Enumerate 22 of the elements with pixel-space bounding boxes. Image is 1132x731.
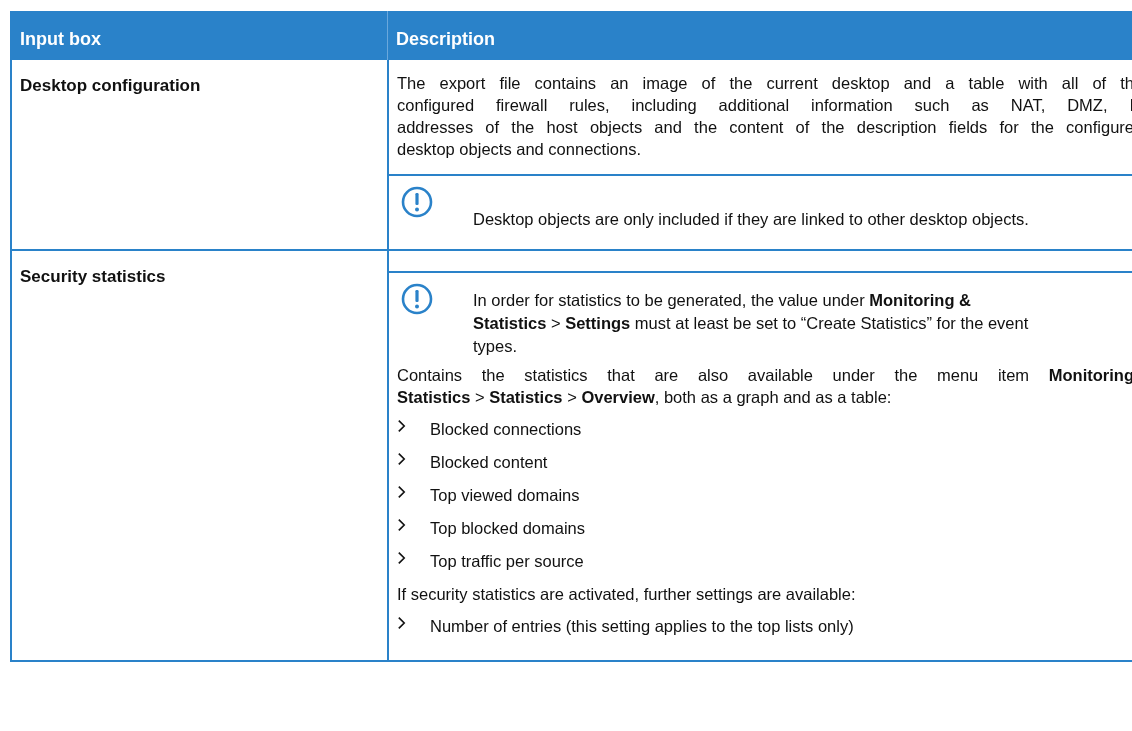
chevron-icon — [397, 518, 406, 532]
list-item: Blocked connections — [430, 419, 582, 440]
column-header: Description — [387, 11, 1132, 60]
row-label: Security statistics — [20, 267, 167, 287]
description-paragraph: Contains the statistics that are also available under the menu item Monitoring Statistics > Statistics > Overview, both as a graph and as a table: — [397, 365, 1132, 408]
chevron-icon — [397, 485, 406, 499]
column-header: Input box — [19, 28, 102, 51]
info-icon — [401, 186, 433, 218]
list-item: Top traffic per source — [430, 551, 584, 572]
list-item: Top viewed domains — [430, 485, 580, 506]
chevron-icon — [397, 452, 406, 466]
description-paragraph: If security statistics are activated, further settings are available: — [397, 584, 857, 605]
list-item: Top blocked domains — [430, 518, 585, 539]
chevron-icon — [397, 419, 406, 433]
list-item: Blocked content — [430, 452, 548, 473]
list-item: Number of entries (this setting applies to the top lists only) — [430, 616, 854, 637]
info-icon — [401, 283, 433, 315]
note-text: Desktop objects are only included if they are linked to other desktop objects. — [473, 209, 1029, 230]
chevron-icon — [397, 616, 406, 630]
chevron-icon — [397, 551, 406, 565]
row-label: Desktop configuration — [20, 76, 202, 96]
note-text: In order for statistics to be generated, the value under Monitoring & Statistics > Settings must at least be set to “Create Statistics” for the event types. — [473, 290, 1029, 357]
